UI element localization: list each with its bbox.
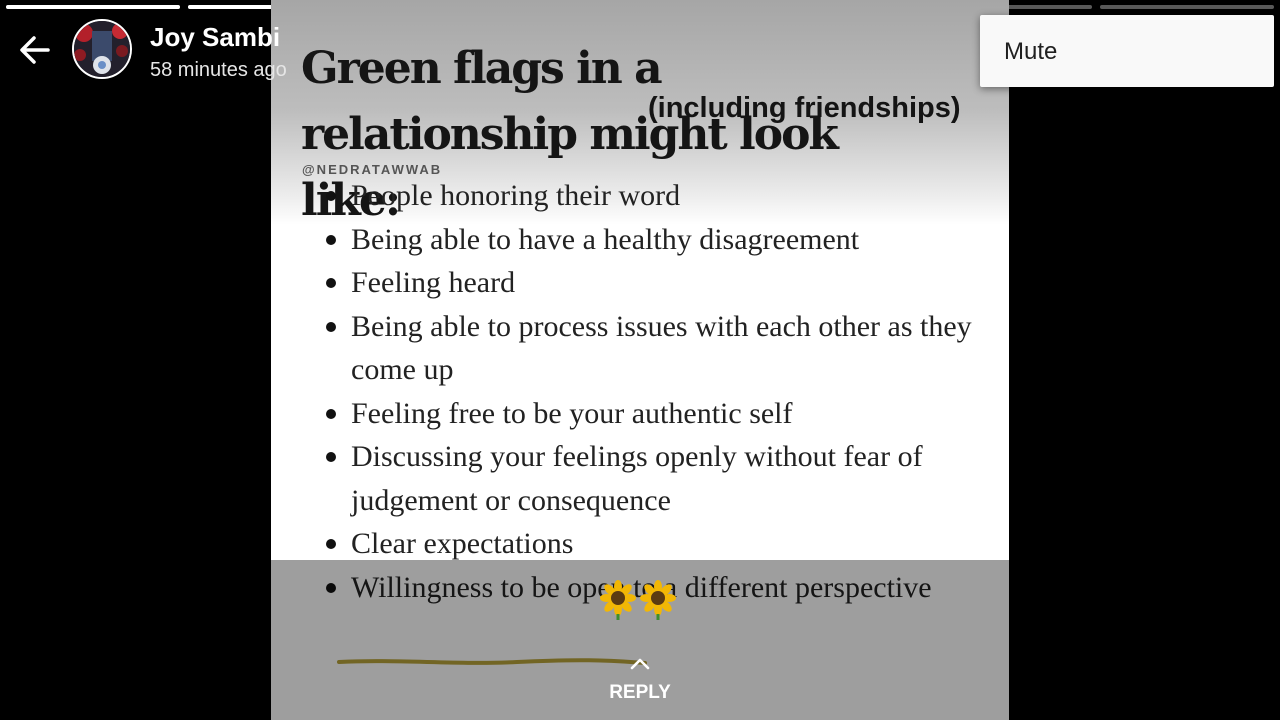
progress-segment (6, 5, 181, 9)
author-name[interactable]: Joy Sambi (150, 22, 280, 53)
arrow-left-icon[interactable] (18, 34, 52, 66)
progress-segment-fill (6, 5, 181, 9)
list-item: People honoring their word (326, 174, 981, 218)
image-subheading: (including friendships) (648, 92, 961, 124)
list-item: Being able to have a healthy disagreemen… (326, 218, 981, 262)
list-item: Being able to process issues with each o… (326, 305, 981, 392)
avatar[interactable] (72, 19, 132, 79)
progress-segment (1099, 5, 1274, 9)
menu-item-mute[interactable]: Mute (1004, 38, 1057, 66)
reply-button[interactable]: REPLY (0, 682, 1280, 704)
sunflower-sticker (600, 580, 676, 620)
post-timestamp: 58 minutes ago (150, 59, 287, 81)
chevron-up-icon[interactable] (629, 657, 651, 671)
list-item: Discussing your feelings openly without … (326, 435, 981, 522)
list-item: Feeling free to be your authentic self (326, 392, 981, 436)
profile-photo-icon (74, 21, 130, 77)
overflow-menu: Mute (980, 15, 1274, 87)
list-item: Feeling heard (326, 261, 981, 305)
list-item: Clear expectations (326, 522, 981, 566)
green-flags-list: People honoring their word Being able to… (326, 174, 981, 609)
highlight-underline (337, 658, 647, 665)
